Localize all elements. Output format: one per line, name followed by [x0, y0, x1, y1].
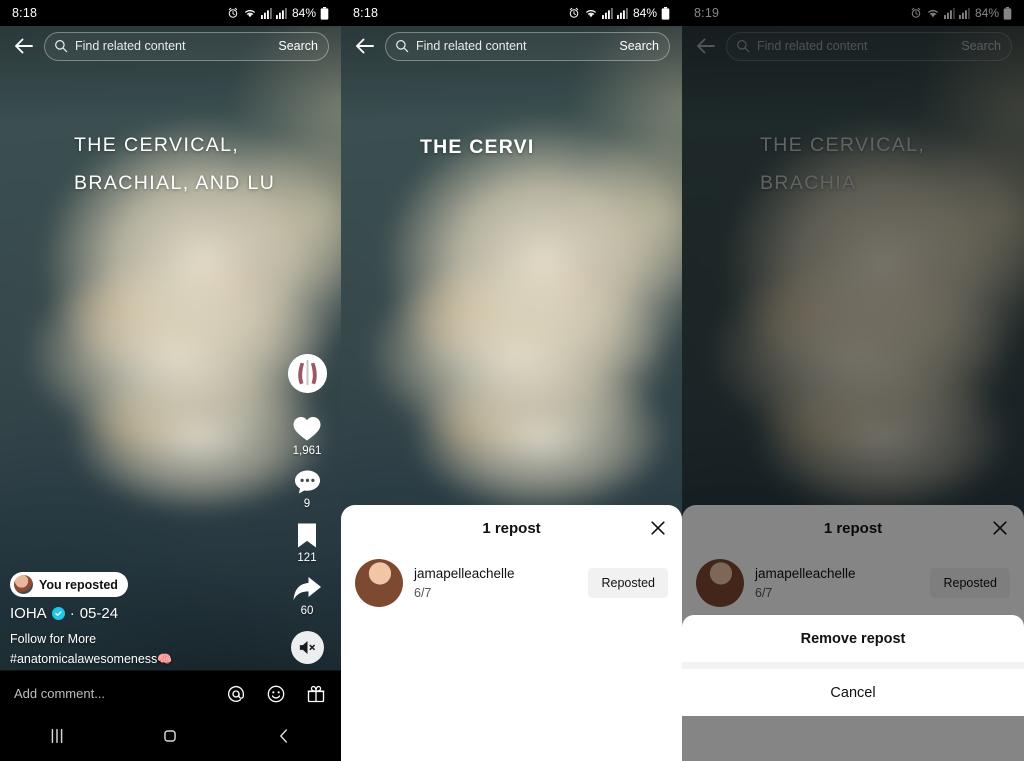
signal-icon: [601, 7, 613, 19]
search-input[interactable]: Find related content Search: [44, 31, 329, 61]
sheet-header: 1 repost: [341, 505, 682, 551]
reposter-avatar: [14, 575, 33, 595]
battery-icon: [661, 6, 670, 20]
status-icons: 84%: [568, 6, 670, 20]
bookmark-icon: [298, 523, 316, 548]
comment-icon: [294, 470, 320, 494]
cancel-button[interactable]: Cancel: [682, 669, 1024, 716]
emoji-icon[interactable]: [265, 683, 287, 705]
search-icon: [55, 40, 68, 53]
brain-emoji: 🧠: [157, 651, 173, 666]
repost-user-meta: jamapelleachelle 6/7: [414, 566, 577, 600]
avatar: [355, 559, 403, 607]
action-sheet-divider: [682, 662, 1024, 669]
signal-icon: [275, 7, 287, 19]
bookmark-button[interactable]: 121: [296, 522, 318, 564]
post-date: 05-24: [79, 605, 119, 623]
creator-avatar[interactable]: [287, 354, 327, 393]
battery-percent: 84%: [291, 6, 316, 20]
like-count: 1,961: [292, 445, 322, 457]
back-arrow-icon[interactable]: [12, 34, 36, 58]
wifi-icon: [245, 10, 255, 18]
status-clock: 8:18: [353, 6, 379, 20]
sheet-title: 1 repost: [482, 519, 541, 537]
status-icons: 84%: [227, 6, 329, 20]
panel-video-feed: 8:18 84% Find related content Search THE…: [0, 0, 341, 761]
comment-button[interactable]: 9: [294, 469, 321, 510]
status-bar: 8:18 84%: [341, 0, 682, 26]
back-icon[interactable]: [273, 725, 295, 752]
action-rail: 1,961 9 121 60: [283, 354, 331, 664]
alarm-icon: [228, 7, 238, 18]
video-overlay-title: THE CERVICAL, BRACHIAL, AND LU: [74, 134, 276, 195]
repost-list-sheet: 1 repost jamapelleachelle 6/7 Reposted: [341, 505, 682, 761]
mention-icon[interactable]: [225, 683, 247, 705]
bookmark-count: 121: [297, 552, 317, 564]
heart-icon: [293, 417, 321, 441]
repost-list-item[interactable]: jamapelleachelle 6/7 Reposted: [341, 551, 682, 607]
status-clock: 8:18: [12, 6, 38, 20]
gift-icon[interactable]: [305, 683, 327, 705]
screenshot-sequence: 8:18 84% Find related content Search THE…: [0, 0, 1024, 761]
verified-badge-icon: [51, 607, 65, 621]
recents-icon[interactable]: [46, 725, 68, 752]
description-line-2: #anatomicalawesomeness🧠: [10, 650, 277, 669]
add-comment-input[interactable]: Add comment...: [14, 686, 207, 701]
search-header: Find related content Search: [341, 26, 682, 66]
signal-icon: [616, 7, 628, 19]
alarm-icon: [569, 7, 579, 18]
avatar-anatomy-icon: [287, 354, 327, 393]
post-description: Follow for More #anatomicalawesomeness🧠: [10, 630, 277, 669]
remove-repost-action-sheet: Remove repost Cancel: [682, 615, 1024, 716]
post-caption: You reposted IOHA · 05-24 Follow for Mor…: [10, 572, 277, 669]
panel-remove-repost-dialog: 8:19 84% Find related content Search THE…: [682, 0, 1024, 761]
home-icon[interactable]: [159, 725, 181, 752]
wifi-icon: [586, 10, 596, 18]
hashtag[interactable]: #anatomicalawesomeness: [10, 652, 157, 666]
remove-repost-button[interactable]: Remove repost: [682, 615, 1024, 662]
username: jamapelleachelle: [414, 566, 515, 581]
panel-repost-sheet: 8:18 84% Find related content Search THE…: [341, 0, 682, 761]
share-count: 60: [300, 605, 314, 617]
mute-toggle-button[interactable]: [290, 631, 324, 664]
search-placeholder: Find related content: [416, 39, 527, 53]
speaker-muted-icon: [299, 641, 315, 654]
author-name: IOHA: [10, 605, 47, 623]
reposted-button[interactable]: Reposted: [588, 568, 668, 598]
like-button[interactable]: 1,961: [292, 415, 322, 457]
video-overlay-title: THE CERVI: [420, 136, 535, 158]
repost-badge[interactable]: You reposted: [10, 572, 128, 598]
search-input[interactable]: Find related content Search: [385, 31, 670, 61]
android-navbar: [0, 716, 341, 761]
search-icon: [396, 40, 409, 53]
battery-percent: 84%: [632, 6, 657, 20]
share-button[interactable]: 60: [292, 576, 322, 617]
close-icon[interactable]: [648, 518, 668, 538]
repost-badge-label: You reposted: [39, 577, 118, 592]
share-arrow-icon: [293, 577, 321, 600]
repost-date: 6/7: [414, 586, 432, 600]
status-bar: 8:18 84%: [0, 0, 341, 26]
search-button[interactable]: Search: [278, 39, 318, 53]
description-line-1: Follow for More: [10, 632, 97, 647]
battery-icon: [320, 6, 329, 20]
signal-icon: [260, 7, 272, 19]
author-line[interactable]: IOHA · 05-24: [10, 605, 277, 622]
post-date-separator: ·: [69, 605, 75, 623]
search-header: Find related content Search: [0, 26, 341, 66]
comment-composer: Add comment...: [0, 670, 341, 716]
search-placeholder: Find related content: [75, 39, 186, 53]
comment-count: 9: [303, 498, 311, 510]
back-arrow-icon[interactable]: [353, 34, 377, 58]
search-button[interactable]: Search: [619, 39, 659, 53]
